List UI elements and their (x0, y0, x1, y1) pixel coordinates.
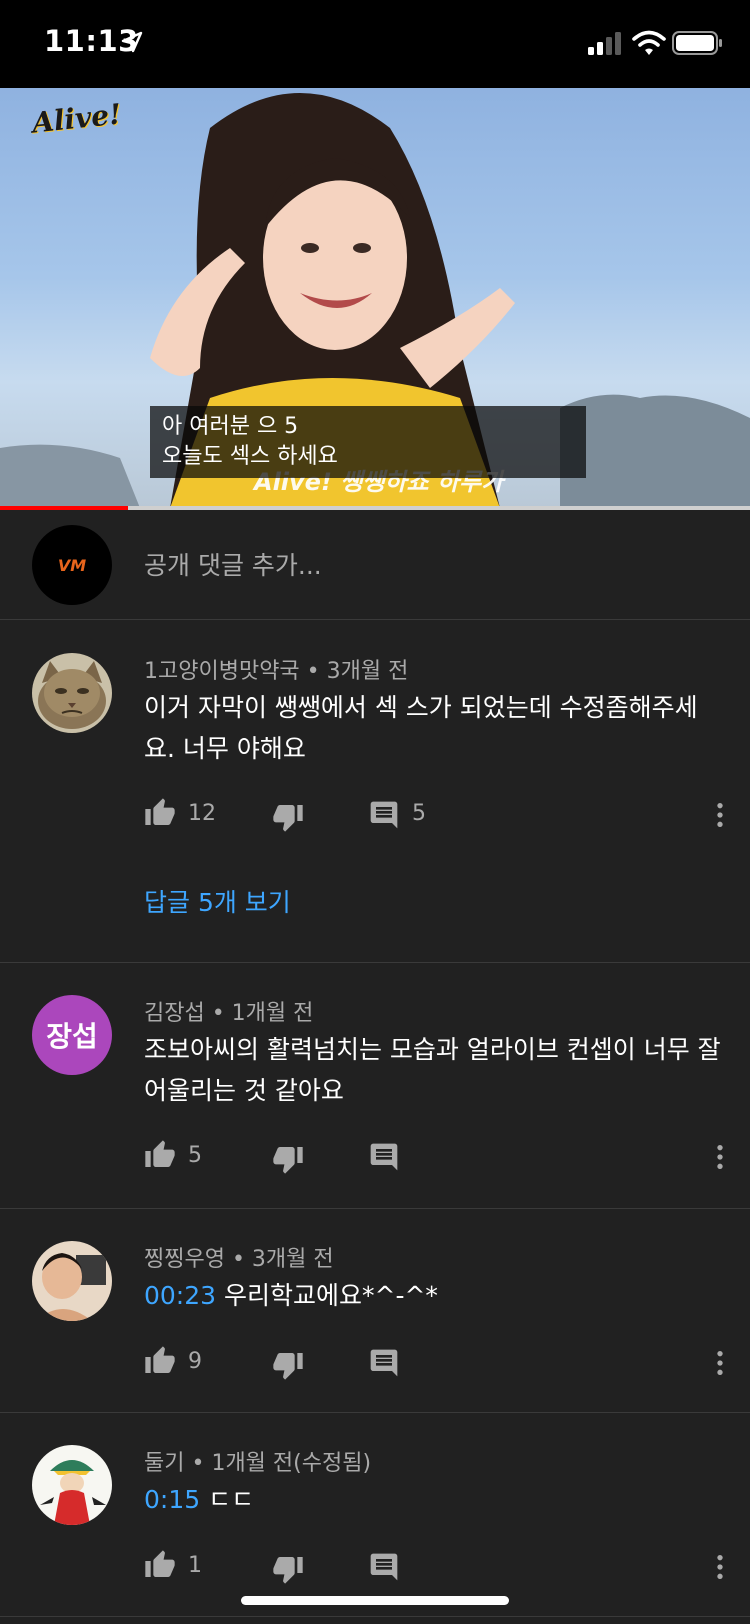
thumb-down-icon[interactable] (272, 801, 304, 833)
home-indicator[interactable] (241, 1596, 509, 1605)
comment-body: 우리학교에요*^-^* (216, 1281, 438, 1310)
illustration-avatar-image (32, 1445, 112, 1525)
like-count: 9 (188, 1349, 202, 1374)
cellular-signal-icon (588, 32, 621, 55)
like-count: 12 (188, 801, 216, 826)
thumb-up-icon[interactable] (144, 1139, 176, 1171)
add-comment-row[interactable]: VM 공개 댓글 추가... (0, 510, 750, 620)
thumb-down-icon[interactable] (272, 1143, 304, 1175)
person-avatar-image (32, 1241, 112, 1321)
comment-text: 00:23 우리학교에요*^-^* (144, 1275, 724, 1316)
reply-count: 5 (412, 801, 426, 826)
comment-actions: 12 5 (144, 797, 734, 833)
more-vertical-icon[interactable] (704, 799, 736, 831)
thumb-up-icon[interactable] (144, 797, 176, 829)
video-player[interactable]: Alive! Alive! 쌩쌩하죠 하루가 아 여러분 으 5 오늘도 섹스 … (0, 88, 750, 508)
reply-comment-icon[interactable] (368, 1551, 400, 1583)
more-vertical-icon[interactable] (704, 1141, 736, 1173)
commenter-avatar[interactable]: 장섭 (32, 995, 112, 1075)
commenter-avatar[interactable] (32, 653, 112, 733)
user-avatar-text: VM (57, 555, 87, 575)
commenter-avatar[interactable] (32, 1241, 112, 1321)
comment-text: 0:15 ㄷㄷ (144, 1479, 724, 1520)
comment-item: 둘기 • 1개월 전(수정됨) 0:15 ㄷㄷ 1 (0, 1413, 750, 1617)
comment-item: 장섭 김장섭 • 1개월 전 조보아씨의 활력넘치는 모습과 얼라이브 컨셉이 … (0, 963, 750, 1209)
comment-actions: 5 (144, 1139, 734, 1175)
cat-avatar-image (32, 653, 112, 733)
battery-icon (672, 31, 722, 55)
view-replies-link[interactable]: 답글 5개 보기 (144, 883, 291, 919)
comment-meta: 찡찡우영 • 3개월 전 (144, 1247, 334, 1272)
thumb-down-icon[interactable] (272, 1349, 304, 1381)
add-comment-input[interactable]: 공개 댓글 추가... (144, 546, 322, 582)
timestamp-link[interactable]: 00:23 (144, 1281, 216, 1310)
location-arrow-icon (121, 31, 143, 53)
comment-text: 조보아씨의 활력넘치는 모습과 얼라이브 컨셉이 너무 잘 어울리는 것 같아요 (144, 1035, 721, 1105)
comment-meta: 김장섭 • 1개월 전 (144, 1001, 314, 1026)
status-bar: 11:13 (0, 0, 750, 88)
timestamp-link[interactable]: 0:15 (144, 1485, 200, 1514)
comment-actions: 9 (144, 1345, 734, 1381)
wifi-icon (632, 30, 666, 55)
more-vertical-icon[interactable] (704, 1347, 736, 1379)
comment-text: 이거 자막이 쌩쌩에서 섹 스가 되었는데 수정좀해주세요. 너무 야해요 (144, 693, 698, 763)
comment-meta: 1고양이병맛약국 • 3개월 전 (144, 659, 409, 684)
comment-item: 찡찡우영 • 3개월 전 00:23 우리학교에요*^-^* 9 (0, 1209, 750, 1413)
comment-item: 1고양이병맛약국 • 3개월 전 이거 자막이 쌩쌩에서 섹 스가 되었는데 수… (0, 621, 750, 963)
thumb-up-icon[interactable] (144, 1345, 176, 1377)
comment-actions: 1 (144, 1549, 734, 1585)
like-count: 1 (188, 1553, 202, 1578)
comment-meta: 둘기 • 1개월 전(수정됨) (144, 1451, 372, 1476)
more-vertical-icon[interactable] (704, 1551, 736, 1583)
comment-body: ㄷㄷ (200, 1485, 255, 1514)
reply-comment-icon[interactable] (368, 1347, 400, 1379)
reply-comment-icon[interactable] (368, 1141, 400, 1173)
caption-line-1: 아 여러분 으 5 (162, 414, 299, 439)
avatar-letter: 장섭 (46, 1020, 98, 1053)
commenter-avatar[interactable] (32, 1445, 112, 1525)
like-count: 5 (188, 1143, 202, 1168)
reply-comment-icon[interactable] (368, 799, 400, 831)
thumb-down-icon[interactable] (272, 1553, 304, 1585)
thumb-up-icon[interactable] (144, 1549, 176, 1581)
closed-caption: 아 여러분 으 5 오늘도 섹스 하세요 (150, 406, 586, 478)
caption-line-2: 오늘도 섹스 하세요 (162, 444, 338, 469)
user-avatar[interactable]: VM (32, 525, 112, 605)
